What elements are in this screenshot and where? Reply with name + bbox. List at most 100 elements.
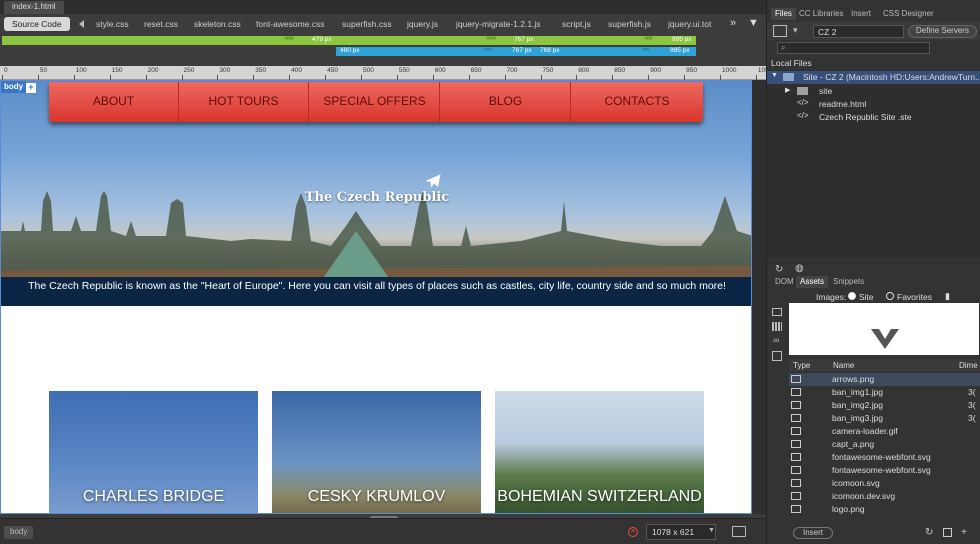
- asset-name: arrows.png: [832, 374, 875, 384]
- preview-icon[interactable]: [732, 526, 746, 537]
- tree-label: site: [819, 86, 833, 96]
- asset-row[interactable]: logo.png: [789, 503, 980, 516]
- colors-category-icon[interactable]: [772, 322, 782, 331]
- ruler: 0 50 100 150 200 250 300 350 400 450 500 550 600 650 7…: [0, 66, 772, 80]
- card-charles-bridge[interactable]: CHARLES BRIDGE: [49, 391, 258, 513]
- status-bar: body ✕ 1078 x 621 ▼: [0, 518, 766, 544]
- document-tab[interactable]: index-1.html: [4, 1, 64, 14]
- column-name[interactable]: Name: [833, 361, 854, 370]
- window-size-select[interactable]: 1078 x 621: [646, 524, 716, 540]
- related-file[interactable]: superfish.css: [342, 19, 392, 29]
- tab-dom[interactable]: DOM: [771, 276, 798, 288]
- column-dimensions[interactable]: Dime: [959, 361, 978, 370]
- bookmark-icon[interactable]: ▮: [945, 291, 950, 302]
- nav-item-special-offers[interactable]: SPECIAL OFFERS: [310, 82, 440, 122]
- image-file-icon: [791, 479, 801, 487]
- asset-row[interactable]: fontawesome-webfont.svg: [789, 451, 980, 464]
- error-icon[interactable]: ✕: [628, 527, 638, 537]
- tab-assets[interactable]: Assets: [796, 276, 829, 288]
- ruler-tick-label: 450: [327, 67, 338, 74]
- asset-row[interactable]: camera-loader.gif: [789, 425, 980, 438]
- card-title: CESKY KRUMLOV: [307, 488, 446, 505]
- favorites-radio[interactable]: [886, 292, 894, 300]
- add-favorite-icon[interactable]: +: [961, 527, 967, 538]
- media-category-icon[interactable]: [772, 351, 782, 361]
- asset-preview: [789, 303, 979, 355]
- globe-icon[interactable]: ◍: [795, 263, 804, 274]
- asset-row[interactable]: ban_img3.jpg 3(: [789, 412, 980, 425]
- related-file[interactable]: jquery.ui.tot: [668, 19, 716, 29]
- media-query-label: 995 px: [670, 47, 690, 54]
- card-bohemian-switzerland[interactable]: BOHEMIAN SWITZERLAND: [495, 391, 704, 513]
- related-file[interactable]: skeleton.css: [194, 19, 241, 29]
- ruler-tick-label: 900: [650, 67, 662, 74]
- asset-row[interactable]: ban_img1.jpg 3(: [789, 386, 980, 399]
- images-category-icon[interactable]: [772, 308, 782, 316]
- filter-icon[interactable]: ▼: [748, 17, 759, 29]
- tree-row-file[interactable]: </> readme.html: [767, 98, 980, 111]
- image-file-icon: [791, 440, 801, 448]
- scroll-left-icon[interactable]: [79, 20, 84, 28]
- files-search-input[interactable]: ⌕: [777, 42, 930, 54]
- ruler-tick-label: 700: [506, 67, 518, 74]
- tab-css-designer[interactable]: CSS Designer: [879, 8, 938, 20]
- links-category-icon[interactable]: ∞: [773, 335, 779, 345]
- tree-row-file[interactable]: </> Czech Republic Site .ste: [767, 111, 980, 124]
- tag-selector-body[interactable]: body: [4, 526, 34, 539]
- chevron-down-icon[interactable]: ▾: [793, 25, 798, 36]
- code-file-icon: </>: [797, 111, 809, 120]
- asset-row[interactable]: icomoon.svg: [789, 477, 980, 490]
- column-type[interactable]: Type: [793, 361, 810, 370]
- asset-name: fontawesome-webfont.svg: [832, 452, 931, 462]
- local-files-header[interactable]: Local Files: [771, 58, 812, 68]
- site-radio[interactable]: [848, 292, 856, 300]
- tab-files[interactable]: Files: [771, 8, 796, 20]
- nav-item-hot-tours[interactable]: HOT TOURS: [179, 82, 309, 122]
- image-file-icon: [791, 466, 801, 474]
- more-files-icon[interactable]: »: [730, 17, 736, 29]
- tree-row-site-root[interactable]: ▼ Site - CZ 2 (Macintosh HD:Users:Andrew…: [767, 71, 980, 84]
- ruler-tick-label: 250: [183, 67, 195, 74]
- element-tag-body[interactable]: body: [1, 81, 27, 93]
- edit-icon[interactable]: [943, 528, 952, 537]
- asset-row[interactable]: capt_a.png: [789, 438, 980, 451]
- related-file[interactable]: script.js: [562, 19, 591, 29]
- source-code-button[interactable]: Source Code: [4, 17, 70, 31]
- asset-row[interactable]: icomoon.dev.svg: [789, 490, 980, 503]
- define-servers-button[interactable]: Define Servers: [908, 25, 977, 38]
- related-file[interactable]: superfish.js: [608, 19, 651, 29]
- vertical-scrollbar[interactable]: [752, 80, 766, 514]
- media-query-label: 995 px: [672, 36, 692, 43]
- connect-icon[interactable]: [773, 25, 787, 37]
- bottom-tabbar: DOM Assets Snippets: [767, 276, 980, 288]
- related-file[interactable]: jquery.js: [407, 19, 438, 29]
- insert-button[interactable]: Insert: [793, 527, 833, 539]
- chevron-right-icon: ▶: [785, 87, 791, 94]
- ruler-tick-label: 750: [542, 67, 554, 74]
- media-query-bar-min-max[interactable]: 480 px ‹‹‹‹‹‹ 767 px 768 px ‹‹‹‹‹ 995 px: [336, 46, 696, 56]
- tab-insert[interactable]: Insert: [847, 8, 875, 20]
- asset-dim: 3(: [968, 387, 976, 397]
- media-query-bar-max[interactable]: ‹‹‹‹‹‹‹ 479 px ‹‹‹‹‹‹‹ 767 px ‹‹‹‹‹‹ 995…: [2, 35, 696, 45]
- card-cesky-krumlov[interactable]: CESKY KRUMLOV: [272, 391, 481, 513]
- refresh-icon[interactable]: ↻: [775, 264, 783, 275]
- tree-row-folder[interactable]: ▶ site: [767, 85, 980, 98]
- related-file[interactable]: jquery-migrate-1.2.1.js: [456, 19, 541, 29]
- tab-snippets[interactable]: Snippets: [829, 276, 868, 288]
- nav-item-contacts[interactable]: CONTACTS: [572, 82, 702, 122]
- tab-cc-libraries[interactable]: CC Libraries: [795, 8, 847, 20]
- site-select[interactable]: CZ 2: [813, 25, 904, 38]
- asset-row[interactable]: ban_img2.jpg 3(: [789, 399, 980, 412]
- asset-name: capt_a.png: [832, 439, 875, 449]
- related-file[interactable]: style.css: [96, 19, 129, 29]
- airplane-icon: [425, 174, 441, 188]
- design-view[interactable]: ABOUT HOT TOURS SPECIAL OFFERS BLOG CONT…: [0, 80, 752, 514]
- nav-item-blog[interactable]: BLOG: [441, 82, 571, 122]
- related-file[interactable]: font-awesome.css: [256, 19, 325, 29]
- refresh-icon[interactable]: ↻: [925, 527, 933, 538]
- nav-item-about[interactable]: ABOUT: [49, 82, 179, 122]
- asset-row[interactable]: fontawesome-webfont.svg: [789, 464, 980, 477]
- add-class-button[interactable]: +: [26, 83, 36, 93]
- related-file[interactable]: reset.css: [144, 19, 178, 29]
- asset-row[interactable]: arrows.png: [789, 373, 980, 386]
